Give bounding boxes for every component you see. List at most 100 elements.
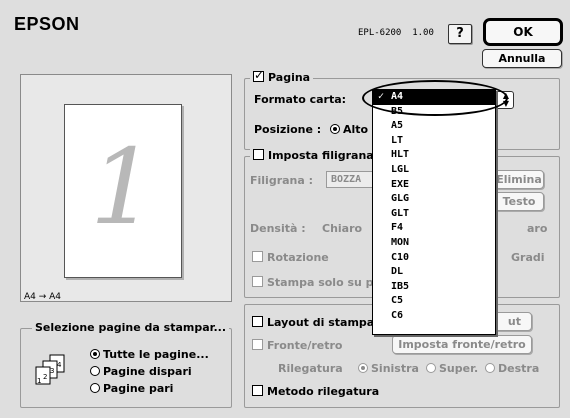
elimina-button[interactable]: Elimina — [494, 170, 544, 189]
svg-text:3: 3 — [50, 367, 54, 375]
densita-chiaro-label: Chiaro — [322, 222, 363, 235]
metodo-rilegatura-label: Metodo rilegatura — [267, 385, 380, 398]
paper-size-option[interactable]: A5 — [373, 119, 495, 134]
paper-size-option[interactable]: DL — [373, 265, 495, 280]
paper-mapping-label: A4 → A4 — [24, 292, 62, 302]
metodo-rilegatura-checkbox[interactable] — [252, 385, 263, 396]
preview-page-number: 1 — [89, 126, 157, 248]
help-button[interactable]: ? — [448, 24, 472, 44]
paper-size-option-label: MON — [391, 236, 410, 248]
rotazione-checkbox[interactable] — [252, 251, 263, 262]
svg-text:4: 4 — [57, 361, 62, 369]
paper-size-option-label: DL — [391, 266, 404, 278]
rilegatura-destra-label: Destra — [498, 362, 540, 375]
pagine-pari-radio[interactable]: Pagine pari — [90, 382, 173, 395]
rilegatura-radio-destra[interactable]: Destra — [485, 362, 539, 375]
paper-size-option-label: C6 — [391, 309, 404, 321]
radio-icon — [90, 349, 100, 359]
paper-size-option-label: HLT — [391, 149, 410, 161]
paper-size-option[interactable]: GLT — [373, 207, 495, 222]
densita-label: Densità : — [250, 222, 306, 235]
layout-label: Layout di stampa — [267, 316, 375, 329]
svg-text:2: 2 — [43, 373, 47, 381]
paper-size-option[interactable]: C5 — [373, 294, 495, 309]
stampa-solo-checkbox-row[interactable]: Stampa solo su p — [252, 276, 374, 289]
imposta-fronte-retro-button[interactable]: Imposta fronte/retro — [392, 335, 532, 354]
paper-size-option[interactable]: MON — [373, 236, 495, 251]
radio-icon — [330, 124, 340, 134]
paper-size-option-label: C10 — [391, 251, 410, 263]
rilegatura-label: Rilegatura — [278, 362, 343, 375]
layout-checkbox-row[interactable]: Layout di stampa — [252, 316, 374, 329]
pagina-checkbox[interactable]: ✓ — [253, 68, 265, 82]
rilegatura-super-label: Super. — [439, 362, 479, 375]
filigrana-checkbox-label: Imposta filigrana — [268, 149, 374, 162]
paper-size-option-label: LGL — [391, 163, 410, 175]
rotazione-label: Rotazione — [267, 251, 329, 264]
page-stack-icon: 4 3 2 1 — [35, 354, 65, 385]
paper-size-option[interactable]: EXE — [373, 178, 495, 193]
tutte-pagine-radio[interactable]: Tutte le pagine... — [90, 348, 209, 361]
fronte-retro-label: Fronte/retro — [267, 339, 343, 352]
paper-size-option-label: EXE — [391, 178, 410, 190]
fronte-retro-checkbox[interactable] — [252, 339, 263, 350]
paper-size-option-label: GLT — [391, 207, 410, 219]
model-name: EPL-6200 — [358, 28, 402, 38]
epson-logo: EPSON — [14, 14, 80, 34]
pagina-label: Pagina — [268, 71, 311, 84]
radio-icon — [90, 366, 100, 376]
page-selection-title: Selezione pagine da stampar... — [32, 321, 230, 334]
model-info: EPL-6200 1.00 — [358, 28, 434, 38]
checkmark-icon: ✓ — [254, 68, 265, 82]
paper-size-option[interactable]: LGL — [373, 163, 495, 178]
filigrana-checkbox-row[interactable]: Imposta filigrana — [250, 149, 377, 162]
stampa-solo-label: Stampa solo su p — [267, 276, 374, 289]
rotazione-checkbox-row[interactable]: Rotazione — [252, 251, 329, 264]
metodo-rilegatura-checkbox-row[interactable]: Metodo rilegatura — [252, 385, 379, 398]
filigrana-label: Filigrana : — [250, 174, 314, 187]
svg-text:1: 1 — [37, 377, 41, 385]
paper-size-option[interactable]: GLG — [373, 192, 495, 207]
pagina-checkbox-row[interactable]: ✓ Pagina — [250, 68, 314, 84]
version-number: 1.00 — [412, 28, 434, 38]
densita-scuro-label: aro — [527, 222, 548, 235]
highlight-oval — [362, 80, 508, 116]
layout-checkbox[interactable] — [252, 316, 263, 327]
posizione-label: Posizione : — [254, 123, 322, 136]
fronte-retro-checkbox-row[interactable]: Fronte/retro — [252, 339, 343, 352]
radio-icon — [90, 383, 100, 393]
paper-size-option-label: LT — [391, 134, 404, 146]
radio-icon — [485, 363, 495, 373]
paper-size-menu[interactable]: ✓ A4 B5 A5 LT HLT LGL EXE GLG GLT F4 MON C10 DL IB5 C5 C… — [372, 89, 496, 335]
paper-size-option-label: F4 — [391, 222, 404, 234]
cancel-button[interactable]: Annulla — [482, 49, 562, 68]
paper-size-option-label: GLG — [391, 193, 410, 205]
posizione-option-label: Alto — [343, 123, 369, 136]
rilegatura-radio-super[interactable]: Super. — [426, 362, 478, 375]
paper-size-option[interactable]: C10 — [373, 251, 495, 266]
testo-button[interactable]: Testo — [494, 192, 544, 211]
posizione-radio-alto[interactable]: Alto — [330, 123, 368, 136]
paper-size-option[interactable]: F4 — [373, 221, 495, 236]
paper-size-option[interactable]: HLT — [373, 148, 495, 163]
radio-icon — [426, 363, 436, 373]
pagine-dispari-radio[interactable]: Pagine dispari — [90, 365, 192, 378]
rilegatura-sinistra-label: Sinistra — [371, 362, 419, 375]
radio-icon — [358, 363, 368, 373]
paper-size-option-label: IB5 — [391, 280, 410, 292]
ok-button[interactable]: OK — [483, 18, 563, 46]
tutte-pagine-label: Tutte le pagine... — [103, 348, 209, 361]
paper-size-option-label: A5 — [391, 120, 404, 132]
ok-label: OK — [513, 25, 533, 39]
gradi-label: Gradi — [511, 251, 545, 264]
paper-size-option[interactable]: LT — [373, 134, 495, 149]
paper-size-option-label: C5 — [391, 295, 404, 307]
paper-size-option[interactable]: C6 — [373, 309, 495, 324]
formato-carta-label: Formato carta: — [254, 93, 347, 106]
pagine-pari-label: Pagine pari — [103, 382, 174, 395]
paper-size-option[interactable]: IB5 — [373, 280, 495, 295]
stampa-solo-checkbox[interactable] — [252, 276, 263, 287]
filigrana-checkbox[interactable] — [253, 149, 264, 160]
rilegatura-radio-sinistra[interactable]: Sinistra — [358, 362, 419, 375]
pagine-dispari-label: Pagine dispari — [103, 365, 192, 378]
